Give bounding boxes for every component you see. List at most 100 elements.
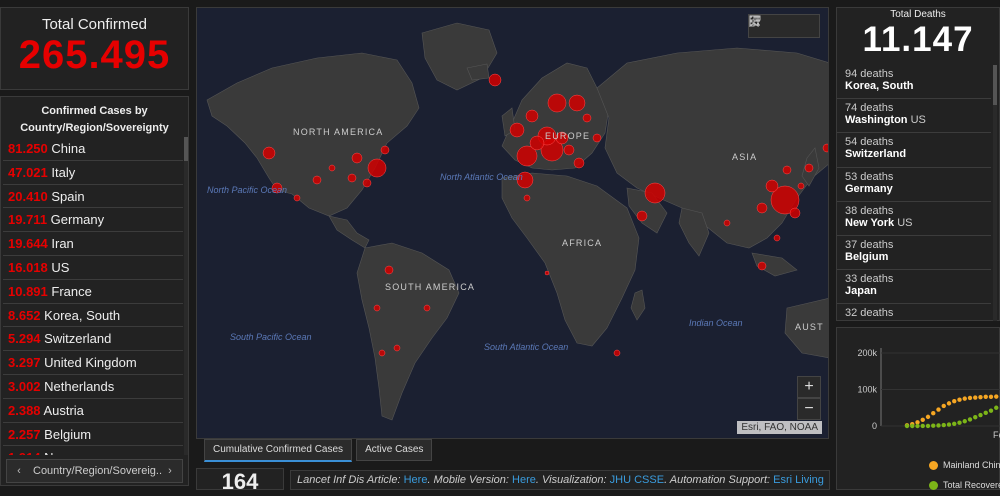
- africa-land: [501, 172, 640, 347]
- chart-point: [941, 403, 946, 409]
- landmasses: [206, 22, 828, 421]
- death-row[interactable]: 54 deaths Switzerland: [837, 133, 991, 168]
- case-bubble: [723, 219, 731, 227]
- country-row[interactable]: 47.021 Italy: [3, 161, 183, 185]
- country-name: France: [51, 283, 92, 299]
- country-row[interactable]: 81.250 China: [3, 137, 183, 161]
- scrollbar-thumb[interactable]: [184, 137, 188, 161]
- deaths-list[interactable]: 94 deaths Korea, South 74 deaths Washingto…: [837, 65, 991, 321]
- info-strip: Lancet Inf Dis Article: Here. Mobile Ver…: [290, 470, 830, 490]
- case-bubble: [782, 165, 792, 175]
- map-attribution: Esri, FAO, NOAA: [737, 421, 822, 434]
- chart-point: [952, 421, 957, 427]
- label-europe: EUROPE: [545, 131, 590, 141]
- country-name: Norway: [44, 450, 88, 455]
- case-bubble-washington: [262, 146, 276, 160]
- chart-point: [988, 408, 994, 413]
- case-bubble: [568, 94, 586, 112]
- lancet-link[interactable]: Here: [404, 474, 428, 486]
- country-row[interactable]: 8.652 Korea, South: [3, 304, 183, 328]
- country-row[interactable]: 10.891 France: [3, 280, 183, 304]
- map-canvas[interactable]: NORTH AMERICA SOUTH AMERICA EUROPE AFRIC…: [197, 8, 829, 439]
- zoom-out-button[interactable]: −: [797, 398, 821, 420]
- cases-chart-panel: 200k 100k 0 Fe Mainland Chin Total Recovere: [836, 327, 1000, 491]
- country-row[interactable]: 2.388 Austria: [3, 399, 183, 423]
- case-bubble: [384, 265, 394, 275]
- country-row[interactable]: 16.018 US: [3, 256, 183, 280]
- country-row[interactable]: 19.644 Iran: [3, 232, 183, 256]
- country-list[interactable]: 81.250 China 47.021 Italy 20.410 Spain 19.7…: [3, 137, 183, 455]
- case-bubble: [757, 261, 767, 271]
- chevron-left-icon[interactable]: ‹: [11, 460, 27, 482]
- total-deaths-label: Total Deaths: [890, 9, 946, 20]
- legend-label: Total Recovere: [943, 480, 1000, 490]
- case-bubble: [351, 152, 363, 164]
- country-count: 2.257: [8, 426, 41, 442]
- country-name: Spain: [51, 188, 85, 204]
- country-name: Netherlands: [44, 378, 115, 394]
- country-row[interactable]: 2.257 Belgium: [3, 423, 183, 447]
- tab-active-cases[interactable]: Active Cases: [356, 439, 433, 461]
- chart-point: [962, 396, 967, 401]
- death-count: 53 deaths: [845, 170, 894, 183]
- zoom-in-button[interactable]: +: [797, 376, 821, 398]
- death-row[interactable]: 74 deaths Washington US: [837, 99, 991, 134]
- country-row[interactable]: 5.294 Switzerland: [3, 327, 183, 352]
- legend-item-total-recovered[interactable]: Total Recovere: [929, 480, 1000, 491]
- country-row[interactable]: 20.410 Spain: [3, 185, 183, 209]
- death-place: Switzerland: [845, 148, 907, 161]
- chart-point: [978, 394, 983, 400]
- central-america-land: [328, 215, 370, 249]
- info-prefix: Lancet Inf Dis Article:: [297, 474, 401, 486]
- death-row[interactable]: 37 deaths Belgium: [837, 236, 991, 271]
- death-count: 54 deaths: [845, 136, 894, 149]
- countries-count: 164: [196, 468, 284, 490]
- mobile-link[interactable]: Here: [512, 474, 536, 486]
- country-row[interactable]: 3.297 United Kingdom: [3, 351, 183, 375]
- chart-point: [936, 423, 941, 428]
- case-bubble: [373, 304, 381, 312]
- chart-point: [983, 394, 988, 399]
- case-bubble-france: [529, 135, 545, 151]
- case-bubble-ny: [367, 158, 387, 178]
- case-bubble: [380, 145, 390, 155]
- country-row[interactable]: 1.914 Norway: [3, 446, 183, 455]
- country-name: Korea, South: [44, 307, 121, 323]
- country-name: United Kingdom: [44, 355, 137, 371]
- label-north-america: NORTH AMERICA: [293, 127, 383, 137]
- death-row[interactable]: 33 deaths Japan: [837, 270, 991, 305]
- world-map[interactable]: NORTH AMERICA SOUTH AMERICA EUROPE AFRIC…: [196, 7, 829, 439]
- total-confirmed-label: Total Confirmed: [41, 16, 148, 33]
- country-name: China: [51, 141, 86, 156]
- deaths-scrollbar[interactable]: [993, 65, 997, 321]
- chevron-right-icon[interactable]: ›: [162, 460, 178, 482]
- death-place: Japan: [845, 285, 877, 298]
- case-bubble: [789, 207, 801, 219]
- esri-link[interactable]: Esri Living: [773, 474, 824, 486]
- list-icon[interactable]: [750, 15, 795, 37]
- country-row[interactable]: 3.002 Netherlands: [3, 375, 183, 399]
- info-text: . Automation Support:: [664, 474, 771, 486]
- death-row[interactable]: 53 deaths Germany: [837, 168, 991, 202]
- case-bubble: [393, 344, 401, 352]
- chart-point: [946, 422, 952, 427]
- tab-cumulative-confirmed[interactable]: Cumulative Confirmed Cases: [204, 439, 353, 462]
- qr-icon[interactable]: [749, 15, 819, 37]
- country-count: 19.711: [8, 212, 48, 228]
- case-bubble: [423, 304, 431, 312]
- country-name: Austria: [43, 402, 84, 418]
- case-bubble: [636, 210, 648, 222]
- case-bubble: [592, 133, 602, 143]
- jhu-link[interactable]: JHU CSSE: [610, 474, 664, 486]
- case-bubble: [756, 202, 768, 214]
- chart-point: [920, 423, 925, 429]
- scrollbar-thumb[interactable]: [993, 65, 997, 105]
- death-row[interactable]: 38 deaths New York US: [837, 202, 991, 236]
- country-list-scrollbar[interactable]: [184, 137, 188, 455]
- death-row[interactable]: 32 deaths: [837, 304, 991, 321]
- country-row[interactable]: 19.711 Germany: [3, 208, 183, 233]
- legend-item-mainland-china[interactable]: Mainland Chin: [929, 460, 1000, 471]
- case-bubble: [312, 175, 322, 185]
- chart-point: [994, 394, 999, 399]
- death-row[interactable]: 94 deaths Korea, South: [837, 65, 991, 100]
